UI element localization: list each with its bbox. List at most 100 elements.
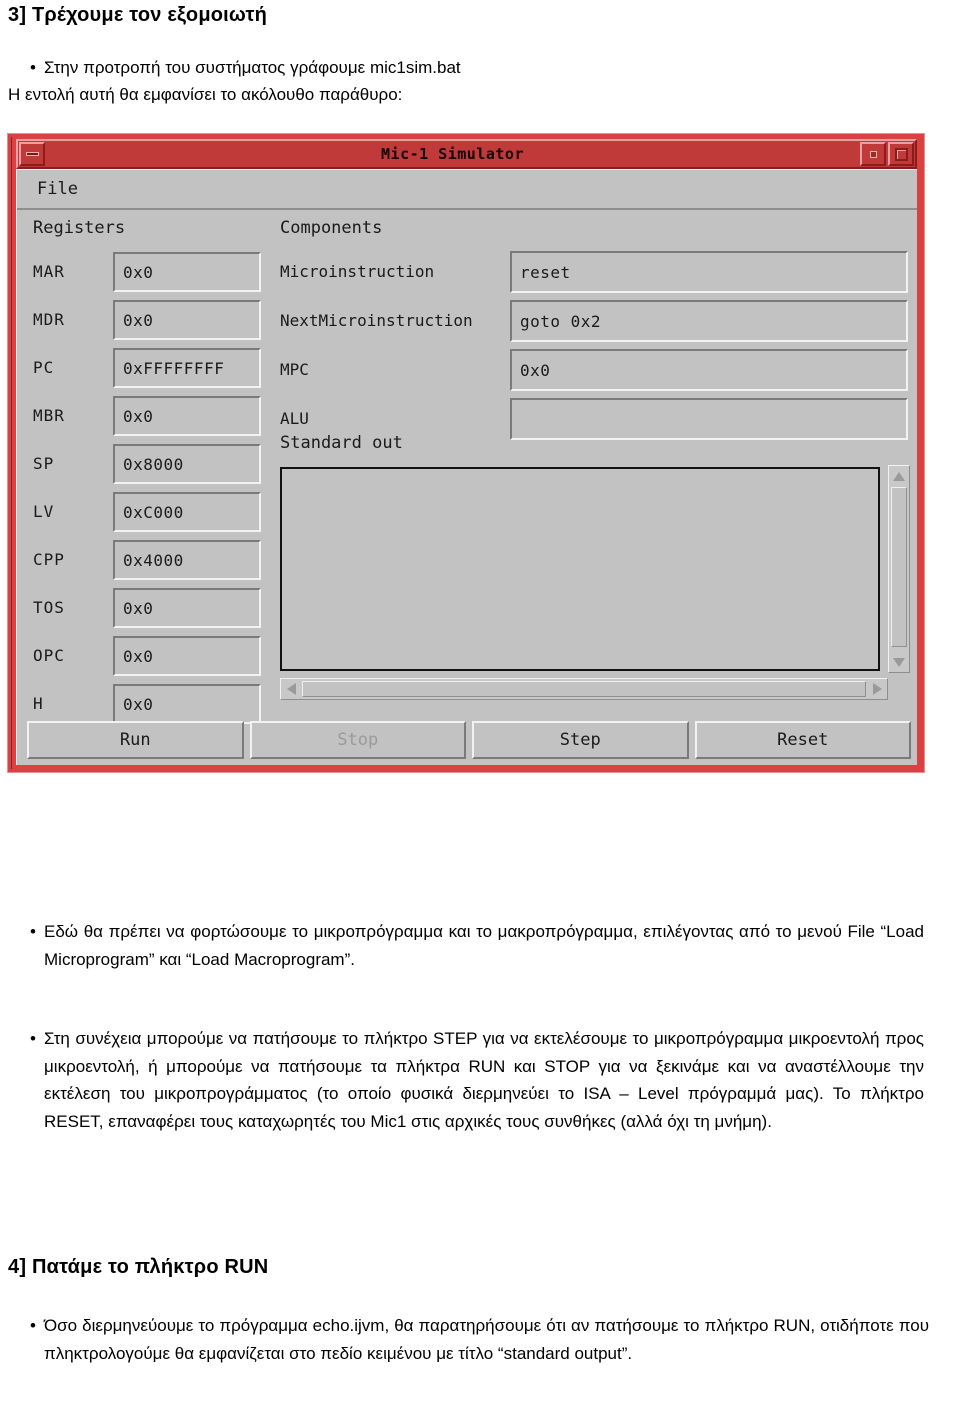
component-value: reset bbox=[520, 262, 571, 282]
component-label: NextMicroinstruction bbox=[280, 311, 473, 330]
register-label: CPP bbox=[33, 550, 65, 569]
register-row-cpp: CPP 0x4000 bbox=[17, 538, 267, 584]
component-value: goto 0x2 bbox=[520, 311, 602, 331]
register-label: H bbox=[33, 694, 44, 713]
register-row-pc: PC 0xFFFFFFFF bbox=[17, 346, 267, 392]
component-value: 0x0 bbox=[520, 360, 551, 380]
register-value-field[interactable]: 0x0 bbox=[113, 636, 261, 676]
bullet-item-2-text: Εδώ θα πρέπει να φορτώσουμε το μικροπρόγ… bbox=[44, 922, 924, 969]
register-value-field[interactable]: 0x0 bbox=[113, 396, 261, 436]
register-value-field[interactable]: 0xC000 bbox=[113, 492, 261, 532]
minimize-button[interactable] bbox=[19, 142, 45, 166]
menu-bar: File bbox=[17, 170, 917, 210]
register-value-field[interactable]: 0x0 bbox=[113, 252, 261, 292]
group-label-registers: Registers bbox=[33, 218, 126, 238]
simulator-panel: Registers Components Standard out MAR 0x… bbox=[17, 212, 917, 765]
bullet-item-4-text: Όσο διερμηνεύουμε το πρόγραμμα echo.ijvm… bbox=[44, 1316, 929, 1363]
component-value-field[interactable]: goto 0x2 bbox=[510, 300, 908, 342]
register-value: 0x0 bbox=[123, 646, 154, 666]
scroll-right-icon[interactable] bbox=[868, 680, 886, 698]
horizontal-scroll-thumb[interactable] bbox=[302, 681, 866, 697]
standard-out-horizontal-scrollbar[interactable] bbox=[280, 678, 888, 700]
register-value: 0x0 bbox=[123, 694, 154, 714]
scroll-left-icon[interactable] bbox=[282, 680, 300, 698]
standard-out-text bbox=[282, 469, 878, 477]
register-value: 0x0 bbox=[123, 262, 154, 282]
register-value: 0x0 bbox=[123, 406, 154, 426]
restore-icon bbox=[869, 150, 877, 158]
window-client-area: File Registers Components Standard out M… bbox=[16, 169, 917, 765]
bullet-item-2: • Εδώ θα πρέπει να φορτώσουμε το μικροπρ… bbox=[30, 918, 935, 973]
register-row-sp: SP 0x8000 bbox=[17, 442, 267, 488]
component-row-microinstruction: Microinstruction reset bbox=[280, 249, 910, 297]
register-value: 0x8000 bbox=[123, 454, 184, 474]
register-value: 0x4000 bbox=[123, 550, 184, 570]
bullet-item-1-text: Στην προτροπή του συστήματος γράφουμε mi… bbox=[44, 58, 461, 77]
run-button[interactable]: Run bbox=[27, 721, 244, 759]
bullet-icon: • bbox=[30, 1029, 36, 1048]
component-value-field[interactable]: 0x0 bbox=[510, 349, 908, 391]
component-label: MPC bbox=[280, 360, 309, 379]
component-value-field[interactable]: reset bbox=[510, 251, 908, 293]
register-label: PC bbox=[33, 358, 55, 377]
bullet-item-4: • Όσο διερμηνεύουμε το πρόγραμμα echo.ij… bbox=[30, 1312, 935, 1367]
bullet-item-3-text: Στη συνέχεια μπορούμε να πατήσουμε το πλ… bbox=[44, 1029, 924, 1131]
bullet-icon: • bbox=[30, 1316, 36, 1335]
register-label: MAR bbox=[33, 262, 65, 281]
register-value: 0xC000 bbox=[123, 502, 184, 522]
register-label: LV bbox=[33, 502, 55, 521]
section-heading-4: 4] Πατάμε το πλήκτρο RUN bbox=[8, 1256, 269, 1278]
scroll-down-icon[interactable] bbox=[890, 653, 908, 671]
control-button-bar: Run Stop Step Reset bbox=[27, 721, 911, 759]
register-value-field[interactable]: 0x0 bbox=[113, 300, 261, 340]
register-label: OPC bbox=[33, 646, 65, 665]
register-value: 0x0 bbox=[123, 598, 154, 618]
register-label: MDR bbox=[33, 310, 65, 329]
register-value-field[interactable]: 0x4000 bbox=[113, 540, 261, 580]
mic1-simulator-window: Mic-1 Simulator File Registers Component… bbox=[7, 133, 925, 773]
standard-out-textarea[interactable] bbox=[280, 467, 880, 671]
maximize-button[interactable] bbox=[888, 142, 914, 166]
bullet-icon: • bbox=[30, 58, 36, 77]
component-label: Microinstruction bbox=[280, 262, 435, 281]
section-heading-3: 3] Τρέχουμε τον εξομοιωτή bbox=[8, 4, 268, 26]
intro-line: Η εντολή αυτή θα εμφανίσει το ακόλουθο π… bbox=[8, 85, 403, 104]
bullet-item-1: • Στην προτροπή του συστήματος γράφουμε … bbox=[30, 54, 930, 81]
minimize-icon bbox=[25, 152, 39, 156]
register-row-mar: MAR 0x0 bbox=[17, 250, 267, 296]
reset-button[interactable]: Reset bbox=[694, 721, 911, 759]
window-frame: Mic-1 Simulator File Registers Component… bbox=[11, 137, 921, 769]
register-row-mbr: MBR 0x0 bbox=[17, 394, 267, 440]
bullet-item-3: • Στη συνέχεια μπορούμε να πατήσουμε το … bbox=[30, 1025, 935, 1135]
window-title-bar[interactable]: Mic-1 Simulator bbox=[16, 139, 917, 169]
register-label: SP bbox=[33, 454, 55, 473]
register-row-tos: TOS 0x0 bbox=[17, 586, 267, 632]
component-row-nextmicroinstruction: NextMicroinstruction goto 0x2 bbox=[280, 298, 910, 346]
register-label: MBR bbox=[33, 406, 65, 425]
step-button[interactable]: Step bbox=[472, 721, 689, 759]
bullet-icon: • bbox=[30, 922, 36, 941]
register-value-field[interactable]: 0xFFFFFFFF bbox=[113, 348, 261, 388]
window-title: Mic-1 Simulator bbox=[381, 145, 524, 163]
register-value-field[interactable]: 0x8000 bbox=[113, 444, 261, 484]
component-row-alu: ALU bbox=[280, 396, 910, 444]
register-value-field[interactable]: 0x0 bbox=[113, 588, 261, 628]
register-row-opc: OPC 0x0 bbox=[17, 634, 267, 680]
register-value: 0xFFFFFFFF bbox=[123, 358, 225, 378]
vertical-scroll-thumb[interactable] bbox=[891, 487, 907, 647]
component-row-mpc: MPC 0x0 bbox=[280, 347, 910, 395]
stop-button[interactable]: Stop bbox=[249, 721, 466, 759]
group-label-components: Components bbox=[280, 218, 383, 238]
register-value: 0x0 bbox=[123, 310, 154, 330]
standard-out-vertical-scrollbar[interactable] bbox=[888, 465, 910, 673]
maximize-icon bbox=[894, 147, 908, 161]
register-label: TOS bbox=[33, 598, 65, 617]
restore-button[interactable] bbox=[860, 142, 886, 166]
component-label: ALU bbox=[280, 409, 309, 428]
register-row-lv: LV 0xC000 bbox=[17, 490, 267, 536]
register-value-field[interactable]: 0x0 bbox=[113, 684, 261, 724]
register-row-mdr: MDR 0x0 bbox=[17, 298, 267, 344]
menu-item-file[interactable]: File bbox=[33, 178, 82, 200]
component-value-field[interactable] bbox=[510, 398, 908, 440]
scroll-up-icon[interactable] bbox=[890, 467, 908, 485]
